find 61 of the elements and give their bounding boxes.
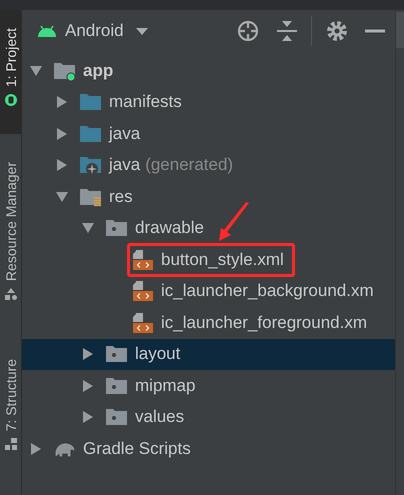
folder-icon <box>106 344 128 364</box>
tree-item-note: (generated) <box>145 155 234 176</box>
expand-arrow-icon[interactable] <box>56 128 68 140</box>
folder-icon <box>106 407 128 428</box>
generated-folder-icon <box>80 155 102 176</box>
tree-item-label: drawable <box>135 218 204 238</box>
expand-arrow-icon[interactable] <box>82 348 94 360</box>
tree-row[interactable]: mipmap <box>22 370 395 402</box>
crosshair-icon[interactable] <box>237 20 259 42</box>
tree-row[interactable]: values <box>22 402 395 433</box>
shapes-icon <box>4 287 18 302</box>
expand-arrow-icon[interactable] <box>56 190 68 203</box>
structure-icon <box>4 437 18 452</box>
resource-folder-icon <box>80 186 102 207</box>
tree-item-label: manifests <box>109 92 182 112</box>
view-dropdown[interactable]: Android <box>65 21 148 41</box>
tree-row[interactable]: drawable <box>22 212 395 244</box>
minimize-icon[interactable] <box>365 29 385 33</box>
tree-row[interactable]: manifests <box>22 86 395 118</box>
tree-row[interactable]: layout <box>22 338 395 370</box>
tree-item-label: mipmap <box>135 376 196 396</box>
collapse-all-icon[interactable] <box>276 20 298 42</box>
expand-arrow-icon[interactable] <box>30 64 42 77</box>
tree-item-label: ic_launcher_background.xm <box>161 281 374 302</box>
tree-row[interactable]: ic_launcher_background.xm <box>22 276 395 307</box>
tree-row[interactable]: app <box>22 55 395 86</box>
tree-item-label: res <box>109 186 133 207</box>
expand-arrow-icon[interactable] <box>82 222 94 234</box>
folder-icon <box>106 218 128 238</box>
expand-arrow-icon[interactable] <box>56 96 68 108</box>
tree-row[interactable]: res <box>22 181 395 212</box>
module-folder-icon <box>54 60 76 81</box>
folder-icon <box>106 376 128 396</box>
tree-item-label: ic_launcher_foreground.xm <box>161 312 368 333</box>
tree-item-label: values <box>135 407 184 428</box>
settings-icon[interactable] <box>326 20 348 42</box>
expand-arrow-icon[interactable] <box>82 380 94 392</box>
tool-window-tab[interactable]: 7: Structure <box>2 359 18 432</box>
tree-item-label: java <box>109 124 140 144</box>
tree-row[interactable]: java (generated) <box>22 150 395 181</box>
caret-icon <box>136 28 148 34</box>
tree-item-label: Gradle Scripts <box>83 438 191 459</box>
tree-item-label: button_style.xml <box>161 250 284 270</box>
tree-row[interactable]: ic_launcher_foreground.xm <box>22 307 395 338</box>
xml-file-icon <box>132 281 154 302</box>
folder-icon <box>80 124 102 144</box>
tree-row[interactable]: button_style.xml <box>22 244 395 276</box>
tree-item-label: java <box>109 155 140 176</box>
tree-item-label: app <box>83 60 114 81</box>
tool-window-tab[interactable]: Resource Manager <box>2 162 18 282</box>
tree-row[interactable]: java <box>22 118 395 150</box>
tree-item-label: layout <box>135 344 180 364</box>
xml-file-icon <box>132 312 154 333</box>
expand-arrow-icon[interactable] <box>82 411 94 424</box>
scrollbar-thumb[interactable] <box>396 12 404 48</box>
expand-arrow-icon[interactable] <box>56 159 68 172</box>
annotation-arrow-icon <box>218 202 252 242</box>
xml-file-icon <box>132 250 154 270</box>
folder-icon <box>80 92 102 112</box>
expand-arrow-icon[interactable] <box>30 442 42 455</box>
tree-row[interactable]: Gradle Scripts <box>22 433 395 464</box>
